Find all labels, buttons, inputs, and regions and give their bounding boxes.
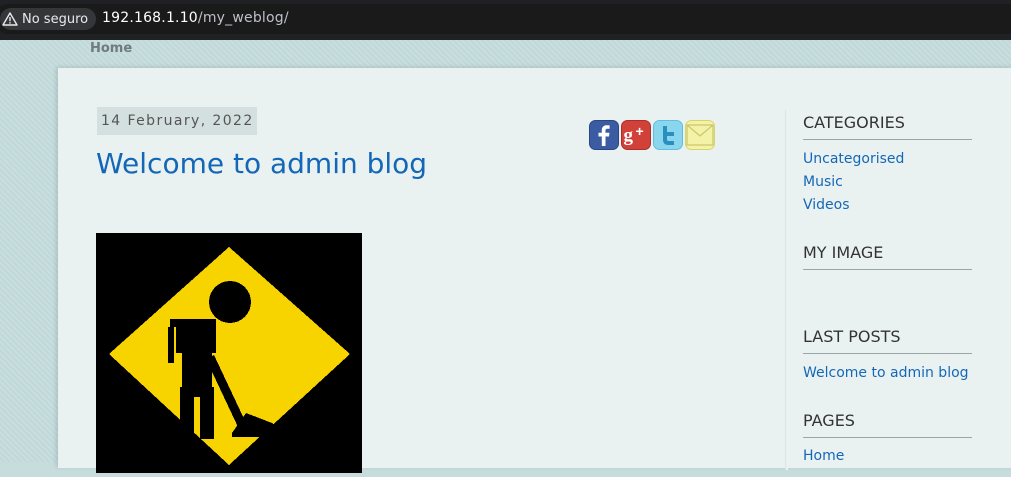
category-link-uncategorised[interactable]: Uncategorised bbox=[803, 151, 904, 167]
warning-triangle-icon bbox=[2, 12, 18, 26]
category-link-videos[interactable]: Videos bbox=[803, 197, 850, 213]
nav-home-link[interactable]: Home bbox=[90, 41, 132, 56]
my-image-widget-title: MY IMAGE bbox=[803, 243, 972, 270]
security-indicator[interactable]: No seguro bbox=[0, 8, 96, 30]
security-label: No seguro bbox=[22, 11, 89, 27]
categories-widget-title: CATEGORIES bbox=[803, 113, 972, 140]
facebook-icon[interactable] bbox=[589, 120, 619, 150]
post-title-link[interactable]: Welcome to admin blog bbox=[96, 147, 427, 180]
google-plus-icon[interactable]: g + bbox=[621, 120, 651, 150]
email-icon[interactable] bbox=[685, 120, 715, 150]
sidebar-divider bbox=[785, 110, 788, 470]
category-link-music[interactable]: Music bbox=[803, 174, 843, 190]
pages-widget-title: PAGES bbox=[803, 411, 972, 438]
construction-sign-icon bbox=[96, 233, 362, 473]
post-date: 14 February, 2022 bbox=[97, 107, 257, 135]
browser-address-bar: No seguro 192.168.1.10/my_weblog/ bbox=[0, 0, 1011, 40]
svg-text:+: + bbox=[636, 123, 644, 139]
url-text[interactable]: 192.168.1.10/my_weblog/ bbox=[102, 10, 289, 26]
url-path: /my_weblog/ bbox=[197, 10, 289, 26]
last-posts-widget-title: LAST POSTS bbox=[803, 327, 972, 354]
url-host: 192.168.1.10 bbox=[102, 10, 198, 26]
last-post-link[interactable]: Welcome to admin blog bbox=[803, 365, 969, 381]
post-image bbox=[96, 233, 362, 473]
svg-text:g: g bbox=[624, 125, 634, 146]
twitter-icon[interactable] bbox=[653, 120, 683, 150]
